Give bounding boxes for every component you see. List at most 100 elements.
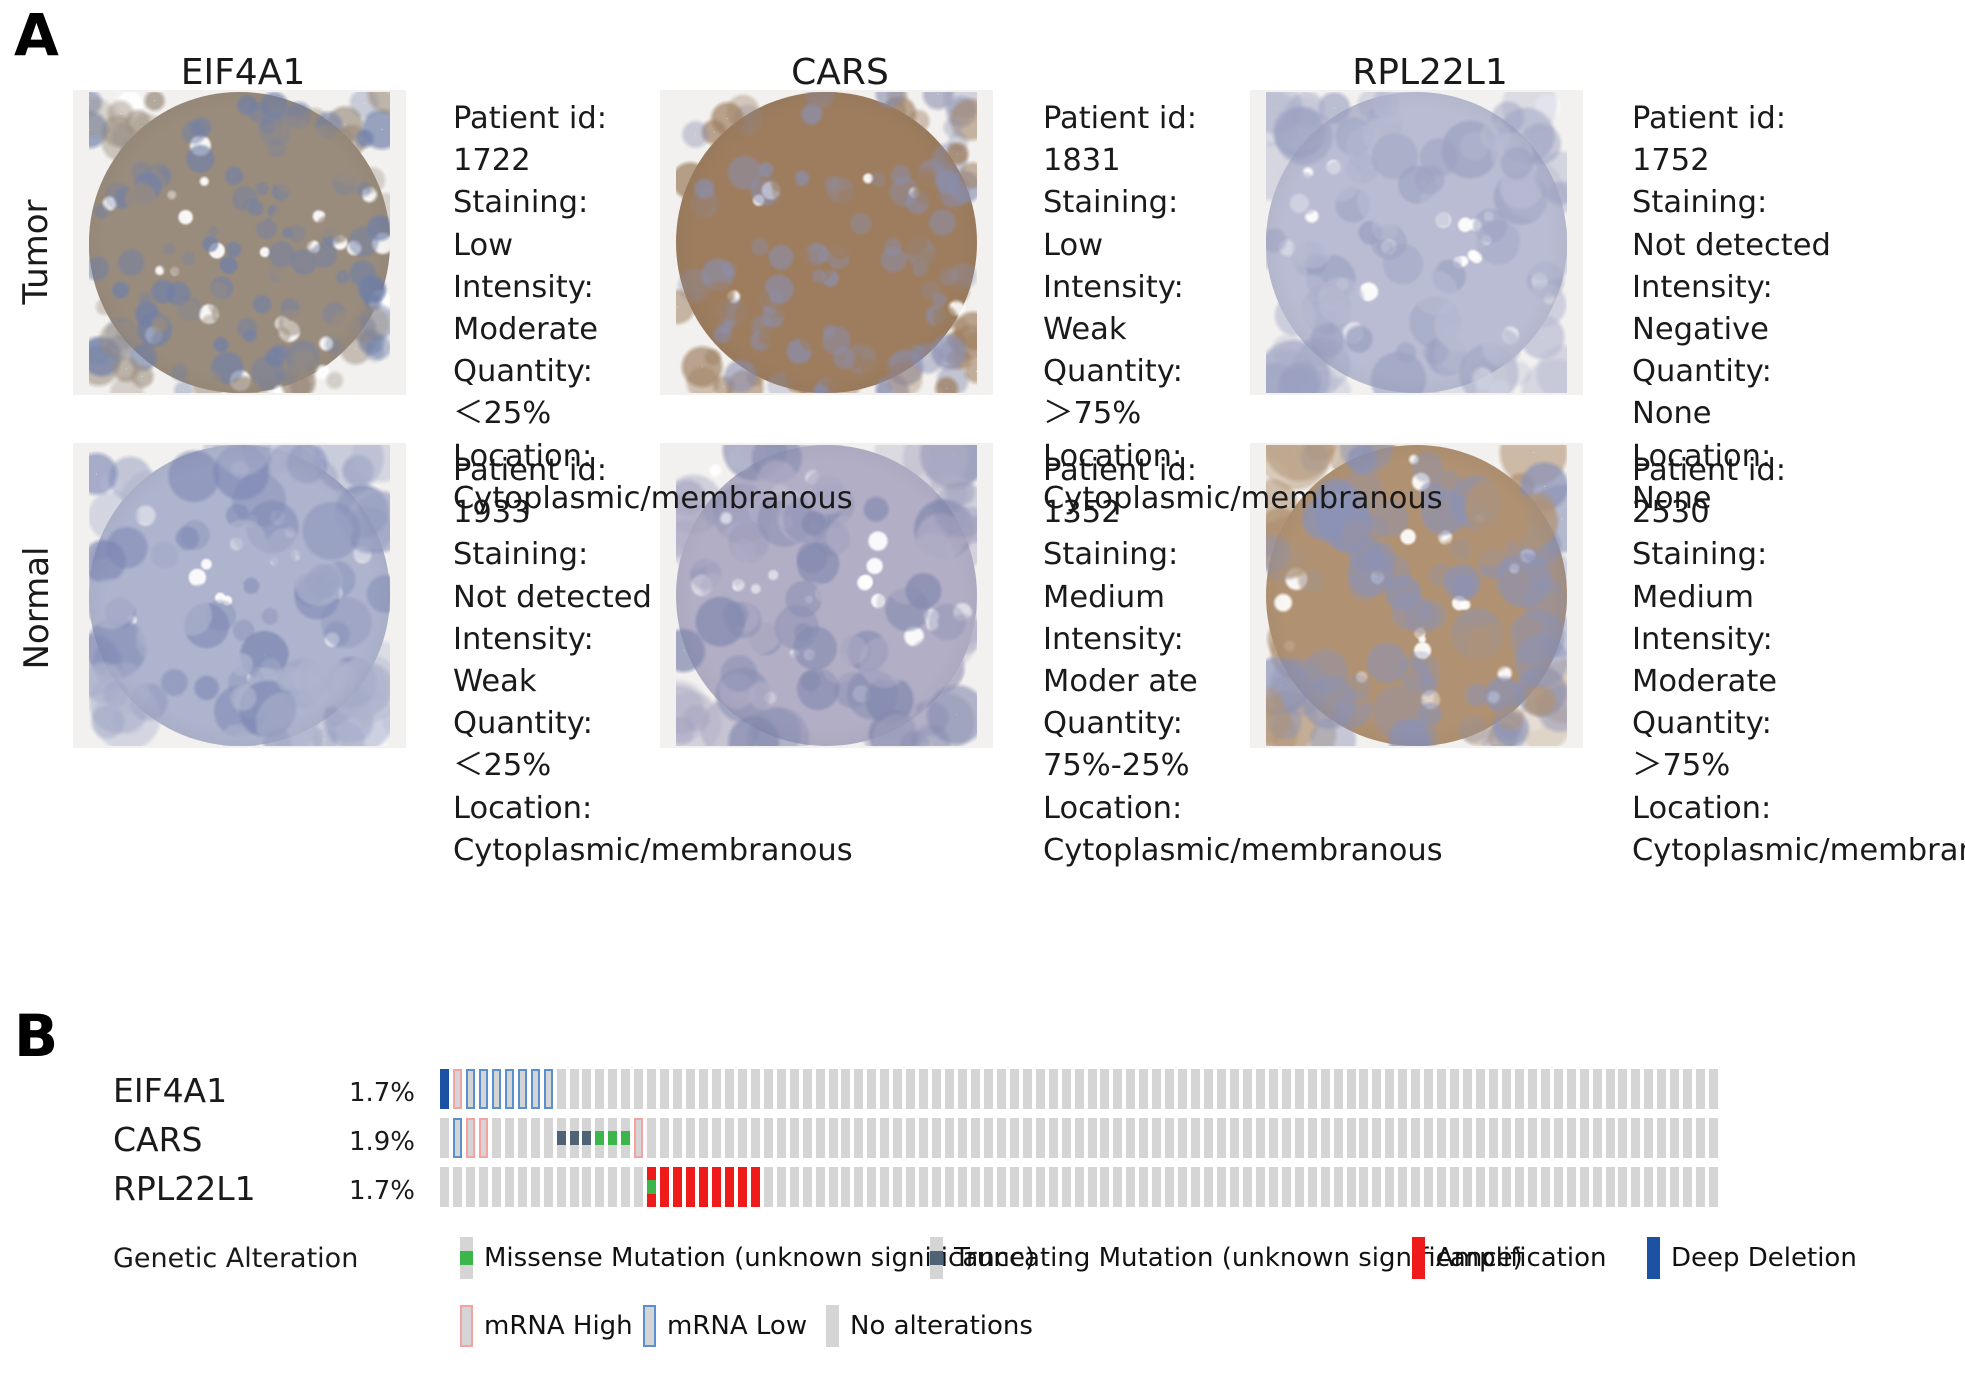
- oncoprint-cell[interactable]: [478, 1118, 488, 1158]
- oncoprint-cell[interactable]: [880, 1167, 890, 1207]
- oncoprint-cell[interactable]: [776, 1118, 786, 1158]
- oncoprint-cell[interactable]: [1514, 1118, 1524, 1158]
- oncoprint-cell[interactable]: [815, 1118, 825, 1158]
- oncoprint-cell[interactable]: [491, 1069, 501, 1109]
- oncoprint-cell[interactable]: [1488, 1118, 1498, 1158]
- oncoprint-cell[interactable]: [1592, 1118, 1602, 1158]
- oncoprint-cell[interactable]: [660, 1069, 670, 1109]
- oncoprint-cell[interactable]: [1126, 1167, 1136, 1207]
- oncoprint-cell[interactable]: [647, 1069, 657, 1109]
- oncoprint-cell[interactable]: [1294, 1069, 1304, 1109]
- oncoprint-cell[interactable]: [1204, 1069, 1214, 1109]
- oncoprint-cell[interactable]: [1087, 1167, 1097, 1207]
- oncoprint-cell[interactable]: [1217, 1069, 1226, 1109]
- oncoprint-cell[interactable]: [1424, 1118, 1434, 1158]
- oncoprint-cell[interactable]: [1631, 1118, 1641, 1158]
- oncoprint-cell[interactable]: [1333, 1167, 1343, 1207]
- oncoprint-cell[interactable]: [504, 1069, 514, 1109]
- oncoprint-cell[interactable]: [1307, 1118, 1317, 1158]
- oncoprint-cell[interactable]: [440, 1069, 449, 1109]
- oncoprint-cell[interactable]: [1074, 1118, 1084, 1158]
- oncoprint-cell[interactable]: [828, 1167, 838, 1207]
- oncoprint-cell[interactable]: [1087, 1118, 1097, 1158]
- oncoprint-cell[interactable]: [1385, 1167, 1395, 1207]
- oncoprint-cell[interactable]: [1566, 1167, 1576, 1207]
- oncoprint-cell[interactable]: [1514, 1167, 1524, 1207]
- oncoprint-cell[interactable]: [1022, 1069, 1032, 1109]
- oncoprint-cell[interactable]: [1696, 1167, 1706, 1207]
- oncoprint-cell[interactable]: [1048, 1167, 1058, 1207]
- oncoprint-cell[interactable]: [996, 1069, 1006, 1109]
- oncoprint-cell[interactable]: [893, 1069, 903, 1109]
- oncoprint-cell[interactable]: [1113, 1167, 1123, 1207]
- oncoprint-cell[interactable]: [1178, 1167, 1188, 1207]
- oncoprint-cell[interactable]: [1657, 1069, 1667, 1109]
- oncoprint-cell[interactable]: [1152, 1069, 1162, 1109]
- oncoprint-cell[interactable]: [1488, 1167, 1498, 1207]
- oncoprint-cell[interactable]: [1437, 1118, 1447, 1158]
- oncoprint-cell[interactable]: [1359, 1167, 1369, 1207]
- oncoprint-cell[interactable]: [1242, 1167, 1252, 1207]
- oncoprint-cell[interactable]: [1463, 1118, 1473, 1158]
- oncoprint-cell[interactable]: [945, 1167, 955, 1207]
- oncoprint-cell[interactable]: [815, 1167, 825, 1207]
- oncoprint-cell[interactable]: [737, 1069, 747, 1109]
- oncoprint-cell[interactable]: [1644, 1167, 1654, 1207]
- oncoprint-cell[interactable]: [634, 1118, 644, 1158]
- oncoprint-cell[interactable]: [452, 1069, 462, 1109]
- oncoprint-cell[interactable]: [1605, 1167, 1615, 1207]
- legend-item-mrna-low[interactable]: mRNA Low: [643, 1305, 807, 1347]
- oncoprint-cell[interactable]: [1709, 1069, 1719, 1109]
- legend-item-amplification[interactable]: Amplification: [1412, 1237, 1606, 1279]
- oncoprint-cell[interactable]: [828, 1069, 838, 1109]
- oncoprint-cell[interactable]: [1359, 1118, 1369, 1158]
- oncoprint-cell[interactable]: [582, 1167, 592, 1207]
- oncoprint-cell[interactable]: [1411, 1167, 1421, 1207]
- oncoprint-cell[interactable]: [1035, 1118, 1045, 1158]
- oncoprint-cell[interactable]: [724, 1069, 734, 1109]
- oncoprint-cell[interactable]: [906, 1167, 916, 1207]
- oncoprint-cell[interactable]: [1553, 1167, 1563, 1207]
- oncoprint-cell[interactable]: [1372, 1118, 1382, 1158]
- oncoprint-cell[interactable]: [621, 1069, 631, 1109]
- oncoprint-cell[interactable]: [1229, 1069, 1239, 1109]
- oncoprint-cell[interactable]: [1139, 1118, 1149, 1158]
- oncoprint-cell[interactable]: [893, 1167, 903, 1207]
- oncoprint-cell[interactable]: [1476, 1069, 1485, 1109]
- oncoprint-cell[interactable]: [569, 1118, 579, 1158]
- oncoprint-cell[interactable]: [1696, 1069, 1706, 1109]
- oncoprint-cell[interactable]: [1074, 1069, 1084, 1109]
- oncoprint-cell[interactable]: [1152, 1118, 1162, 1158]
- oncoprint-cell[interactable]: [802, 1118, 812, 1158]
- oncoprint-cell[interactable]: [517, 1167, 527, 1207]
- oncoprint-cell[interactable]: [608, 1167, 618, 1207]
- oncoprint-cell[interactable]: [1281, 1069, 1291, 1109]
- oncoprint-cell[interactable]: [1035, 1167, 1045, 1207]
- oncoprint-cell[interactable]: [660, 1167, 670, 1207]
- oncoprint-cell[interactable]: [660, 1118, 670, 1158]
- oncoprint-cell[interactable]: [1294, 1167, 1304, 1207]
- oncoprint-cell[interactable]: [958, 1167, 967, 1207]
- oncoprint-cell[interactable]: [1411, 1069, 1421, 1109]
- oncoprint-cell[interactable]: [1294, 1118, 1304, 1158]
- oncoprint-cell[interactable]: [1618, 1069, 1628, 1109]
- oncoprint-cell[interactable]: [841, 1118, 851, 1158]
- oncoprint-cell[interactable]: [828, 1118, 838, 1158]
- oncoprint-cell[interactable]: [970, 1069, 980, 1109]
- oncoprint-cell[interactable]: [1579, 1069, 1589, 1109]
- oncoprint-cell[interactable]: [945, 1118, 955, 1158]
- oncoprint-cell[interactable]: [1333, 1118, 1343, 1158]
- oncoprint-cell[interactable]: [841, 1167, 851, 1207]
- oncoprint-cell[interactable]: [556, 1069, 566, 1109]
- oncoprint-cell[interactable]: [1463, 1069, 1473, 1109]
- oncoprint-cell[interactable]: [1061, 1167, 1071, 1207]
- oncoprint-cell[interactable]: [1346, 1167, 1356, 1207]
- oncoprint-cell[interactable]: [1463, 1167, 1473, 1207]
- oncoprint-cell[interactable]: [1191, 1167, 1201, 1207]
- oncoprint-cell[interactable]: [1139, 1167, 1149, 1207]
- oncoprint-cell[interactable]: [491, 1167, 501, 1207]
- oncoprint-cell[interactable]: [699, 1167, 708, 1207]
- oncoprint-cell[interactable]: [932, 1118, 942, 1158]
- oncoprint-cell[interactable]: [1113, 1069, 1123, 1109]
- oncoprint-cell[interactable]: [1074, 1167, 1084, 1207]
